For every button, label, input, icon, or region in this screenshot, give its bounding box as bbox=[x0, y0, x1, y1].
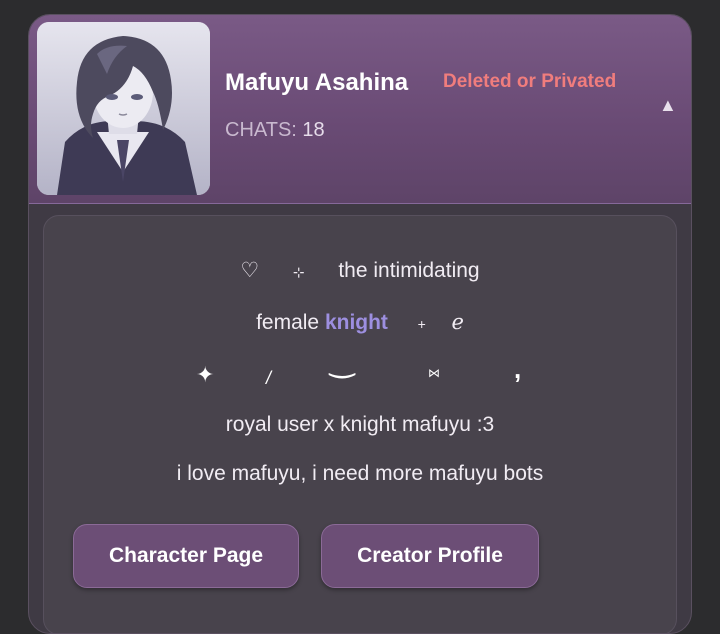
description-text-2: female bbox=[256, 311, 320, 334]
description-line-5: i love mafuyu, i need more mafuyu bots bbox=[176, 462, 544, 485]
chats-label: CHATS: bbox=[225, 119, 297, 141]
description-line-2: female knight + ℯ bbox=[44, 310, 676, 335]
curl-icon: ℯ bbox=[451, 311, 464, 334]
bow-icon: ⋈ bbox=[428, 366, 440, 380]
chats-value: 18 bbox=[302, 119, 325, 141]
character-avatar bbox=[37, 22, 210, 195]
status-badge: Deleted or Privated bbox=[443, 71, 617, 92]
character-page-button[interactable]: Character Page bbox=[73, 524, 299, 588]
slash-icon: / bbox=[266, 368, 272, 388]
chats-count: CHATS: 18 bbox=[225, 119, 325, 142]
description-text-1: the intimidating bbox=[338, 259, 480, 282]
character-name: Mafuyu Asahina bbox=[225, 69, 409, 96]
sparkle-small-icon: ⊹ bbox=[292, 264, 305, 280]
plus-icon: + bbox=[417, 316, 426, 332]
comma-icon: , bbox=[514, 354, 522, 384]
avatar-illustration bbox=[37, 22, 210, 195]
card-header[interactable]: Mafuyu Asahina Deleted or Privated CHATS… bbox=[29, 15, 691, 204]
description-line-1: ♡ ⊹ the intimidating bbox=[44, 258, 676, 283]
character-description: ♡ ⊹ the intimidating female knight + ℯ ✦… bbox=[43, 215, 677, 633]
smile-icon: ‿ bbox=[330, 345, 355, 378]
character-card: Mafuyu Asahina Deleted or Privated CHATS… bbox=[28, 14, 692, 634]
description-highlight: knight bbox=[324, 311, 388, 334]
heart-icon: ♡ bbox=[240, 259, 260, 282]
creator-profile-button[interactable]: Creator Profile bbox=[321, 524, 539, 588]
description-line-4: royal user x knight mafuyu :3 bbox=[225, 413, 495, 436]
collapse-triangle-icon[interactable]: ▲ bbox=[659, 95, 677, 116]
sparkle-icon: ✦ bbox=[196, 362, 215, 387]
